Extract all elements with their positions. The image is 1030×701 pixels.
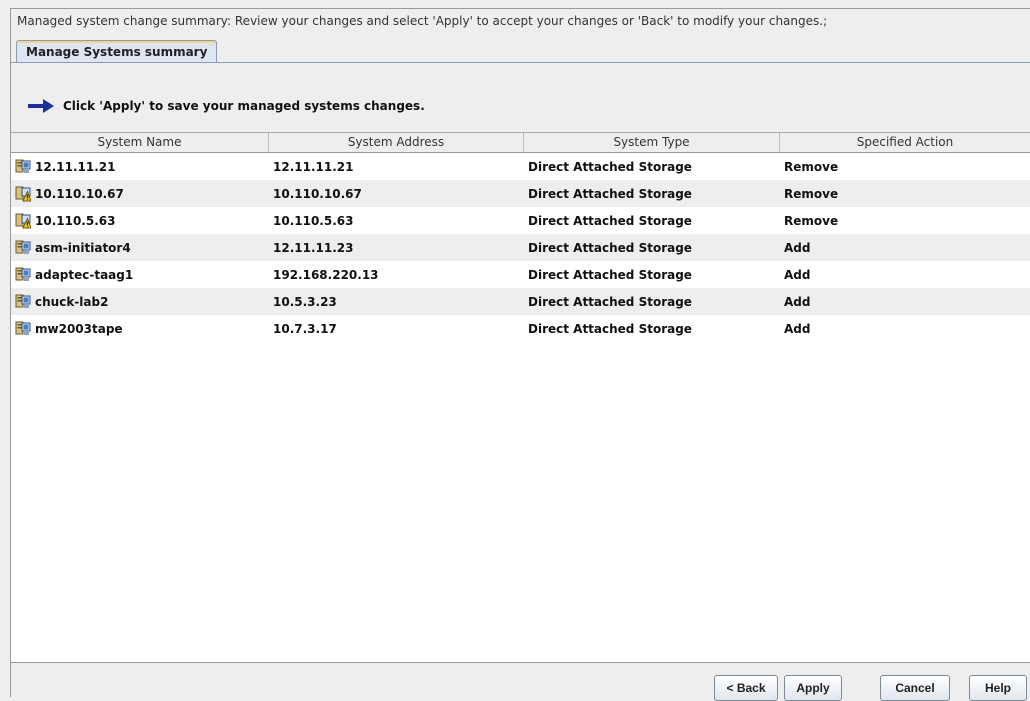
cell-system-address: 192.168.220.13: [273, 267, 379, 282]
column-header-system-name[interactable]: System Name: [11, 133, 269, 152]
system-name-text: 12.11.11.21: [35, 159, 116, 174]
system-name-text: adaptec-taag1: [35, 267, 134, 282]
warning-computer-icon: [15, 213, 32, 229]
button-bar: < Back Apply Cancel Help: [11, 662, 1030, 701]
instruction-text: Managed system change summary: Review yo…: [17, 14, 828, 28]
cell-system-name: mw2003tape: [11, 321, 269, 337]
column-header-system-address[interactable]: System Address: [269, 133, 524, 152]
table-header: System Name System Address System Type S…: [11, 133, 1030, 153]
arrow-right-icon: [28, 99, 54, 113]
cell-system-type: Direct Attached Storage: [528, 267, 692, 282]
cell-specified-action: Add: [784, 240, 811, 255]
table-body: 12.11.11.21 12.11.11.21 Direct Attached St…: [11, 153, 1030, 342]
cancel-button[interactable]: Cancel: [880, 675, 950, 701]
back-button[interactable]: < Back: [714, 675, 778, 701]
table-row[interactable]: mw2003tape 10.7.3.17 Direct Attached Stora…: [11, 315, 1030, 342]
system-name-text: 10.110.5.63: [35, 213, 116, 228]
cell-system-address: 10.7.3.17: [273, 321, 337, 336]
systems-table: System Name System Address System Type S…: [11, 132, 1030, 663]
table-row[interactable]: asm-initiator4 12.11.11.23 Direct Attached…: [11, 234, 1030, 261]
cell-system-name: 10.110.10.67: [11, 186, 269, 202]
cell-specified-action: Remove: [784, 186, 839, 201]
cell-system-type: Direct Attached Storage: [528, 186, 692, 201]
cell-system-type: Direct Attached Storage: [528, 159, 692, 174]
cell-system-name: asm-initiator4: [11, 240, 269, 256]
tab-manage-systems-summary[interactable]: Manage Systems summary: [16, 40, 218, 63]
apply-note: Click 'Apply' to save your managed syste…: [27, 95, 425, 117]
summary-panel: Click 'Apply' to save your managed syste…: [11, 63, 1030, 663]
cell-specified-action: Remove: [784, 213, 839, 228]
cell-system-name: adaptec-taag1: [11, 267, 269, 283]
computer-icon: [15, 159, 31, 175]
computer-icon: [15, 294, 31, 310]
system-name-text: asm-initiator4: [35, 240, 131, 255]
warning-computer-icon: [15, 186, 32, 202]
cell-system-name: 10.110.5.63: [11, 213, 269, 229]
cell-system-address: 10.5.3.23: [273, 294, 337, 309]
apply-note-text: Click 'Apply' to save your managed syste…: [63, 99, 425, 113]
table-row[interactable]: 12.11.11.21 12.11.11.21 Direct Attached St…: [11, 153, 1030, 180]
computer-icon: [15, 321, 31, 337]
apply-button[interactable]: Apply: [784, 675, 842, 701]
wizard-frame: Managed system change summary: Review yo…: [10, 8, 1030, 701]
cell-specified-action: Add: [784, 321, 811, 336]
system-name-text: chuck-lab2: [35, 294, 109, 309]
cell-specified-action: Remove: [784, 159, 839, 174]
cell-system-address: 10.110.10.67: [273, 186, 362, 201]
cell-system-name: 12.11.11.21: [11, 159, 269, 175]
system-name-text: 10.110.10.67: [35, 186, 124, 201]
table-row[interactable]: 10.110.10.67 10.110.10.67 Direct Attached …: [11, 180, 1030, 207]
system-name-text: mw2003tape: [35, 321, 123, 336]
cell-system-type: Direct Attached Storage: [528, 294, 692, 309]
table-row[interactable]: adaptec-taag1 192.168.220.13 Direct Attach…: [11, 261, 1030, 288]
cell-system-address: 10.110.5.63: [273, 213, 354, 228]
cell-system-name: chuck-lab2: [11, 294, 269, 310]
help-button[interactable]: Help: [969, 675, 1027, 701]
cell-system-address: 12.11.11.23: [273, 240, 354, 255]
table-row[interactable]: 10.110.5.63 10.110.5.63 Direct Attached St…: [11, 207, 1030, 234]
column-header-system-type[interactable]: System Type: [524, 133, 780, 152]
computer-icon: [15, 267, 31, 283]
cell-system-type: Direct Attached Storage: [528, 213, 692, 228]
cell-system-type: Direct Attached Storage: [528, 321, 692, 336]
cell-specified-action: Add: [784, 294, 811, 309]
cell-specified-action: Add: [784, 267, 811, 282]
table-row[interactable]: chuck-lab2 10.5.3.23 Direct Attached Stora…: [11, 288, 1030, 315]
computer-icon: [15, 240, 31, 256]
cell-system-address: 12.11.11.21: [273, 159, 354, 174]
column-header-specified-action[interactable]: Specified Action: [780, 133, 1030, 152]
cell-system-type: Direct Attached Storage: [528, 240, 692, 255]
